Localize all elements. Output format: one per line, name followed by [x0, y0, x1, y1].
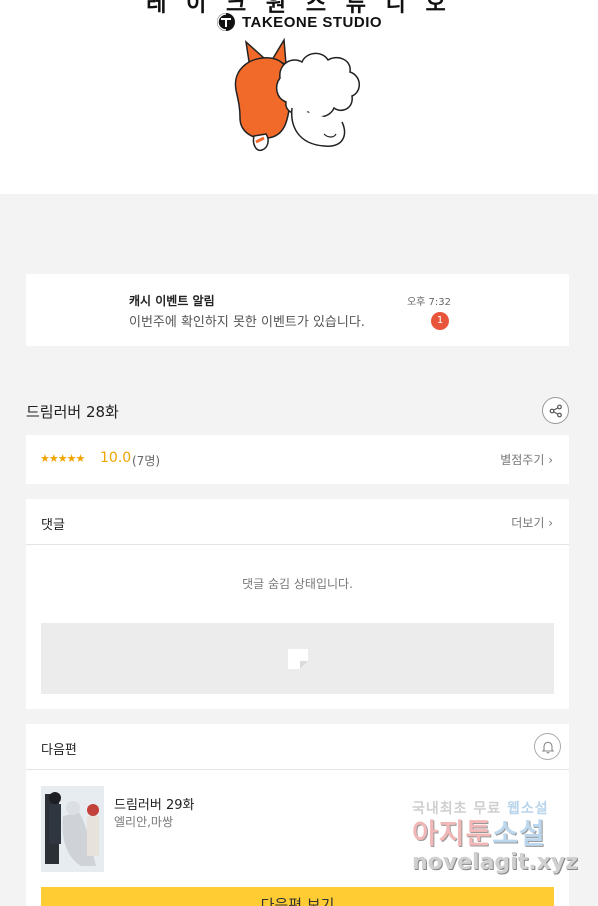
ad-placeholder[interactable] [41, 623, 554, 694]
notification-count-badge: 1 [431, 312, 449, 330]
rate-button[interactable]: 별점주기 › [500, 451, 553, 468]
next-episode-author: 엘리안,마쌍 [114, 815, 174, 829]
fox-mascot-illustration [234, 38, 360, 152]
notification-title: 캐시 이벤트 알림 [129, 294, 215, 308]
rating-score: 10.0 [100, 450, 132, 466]
next-episode-thumbnail[interactable] [41, 786, 104, 872]
studio-logo-icon [216, 13, 235, 31]
comments-section: 댓글 더보기 › 댓글 숨김 상태입니다. [26, 499, 569, 709]
notification-bell-button[interactable] [534, 733, 561, 760]
episode-title: 드림러버 28화 [26, 403, 119, 421]
notification-time: 오후 7:32 [406, 297, 451, 308]
rating-vote-count: (7명) [132, 454, 161, 468]
next-episode-section: 다음편 드림러버 29화 엘리안,마쌍 다음편 보기 [26, 724, 569, 906]
share-button[interactable] [542, 397, 569, 424]
comments-hidden-message: 댓글 숨김 상태입니다. [242, 577, 353, 591]
image-placeholder-icon [287, 648, 308, 669]
next-episode-header: 다음편 [26, 724, 569, 770]
comments-header: 댓글 더보기 › [26, 499, 569, 545]
studio-name: TAKEONE STUDIO [241, 13, 383, 31]
notification-message: 이번주에 확인하지 못한 이벤트가 있습니다. [129, 315, 365, 330]
next-episode-label: 다음편 [41, 743, 77, 758]
comments-more-button[interactable]: 더보기 › [511, 514, 553, 531]
studio-banner: 레 이 크 원 스 튜 디 오 TAKEONE STUDIO [0, 0, 598, 194]
next-episode-title[interactable]: 드림러버 29화 [114, 794, 194, 813]
studio-brand: TAKEONE STUDIO [0, 12, 598, 32]
view-next-episode-button[interactable]: 다음편 보기 [41, 887, 554, 906]
rating-stars: ★★★★★ [40, 452, 85, 465]
cash-event-notification[interactable]: 캐시 이벤트 알림 이번주에 확인하지 못한 이벤트가 있습니다. 오후 7:3… [26, 274, 569, 346]
bell-icon [541, 741, 554, 753]
comments-label: 댓글 [41, 518, 65, 533]
episode-cover-art [41, 786, 104, 872]
share-icon [549, 404, 562, 417]
rating-bar: ★★★★★ 10.0 (7명) 별점주기 › [26, 435, 569, 484]
